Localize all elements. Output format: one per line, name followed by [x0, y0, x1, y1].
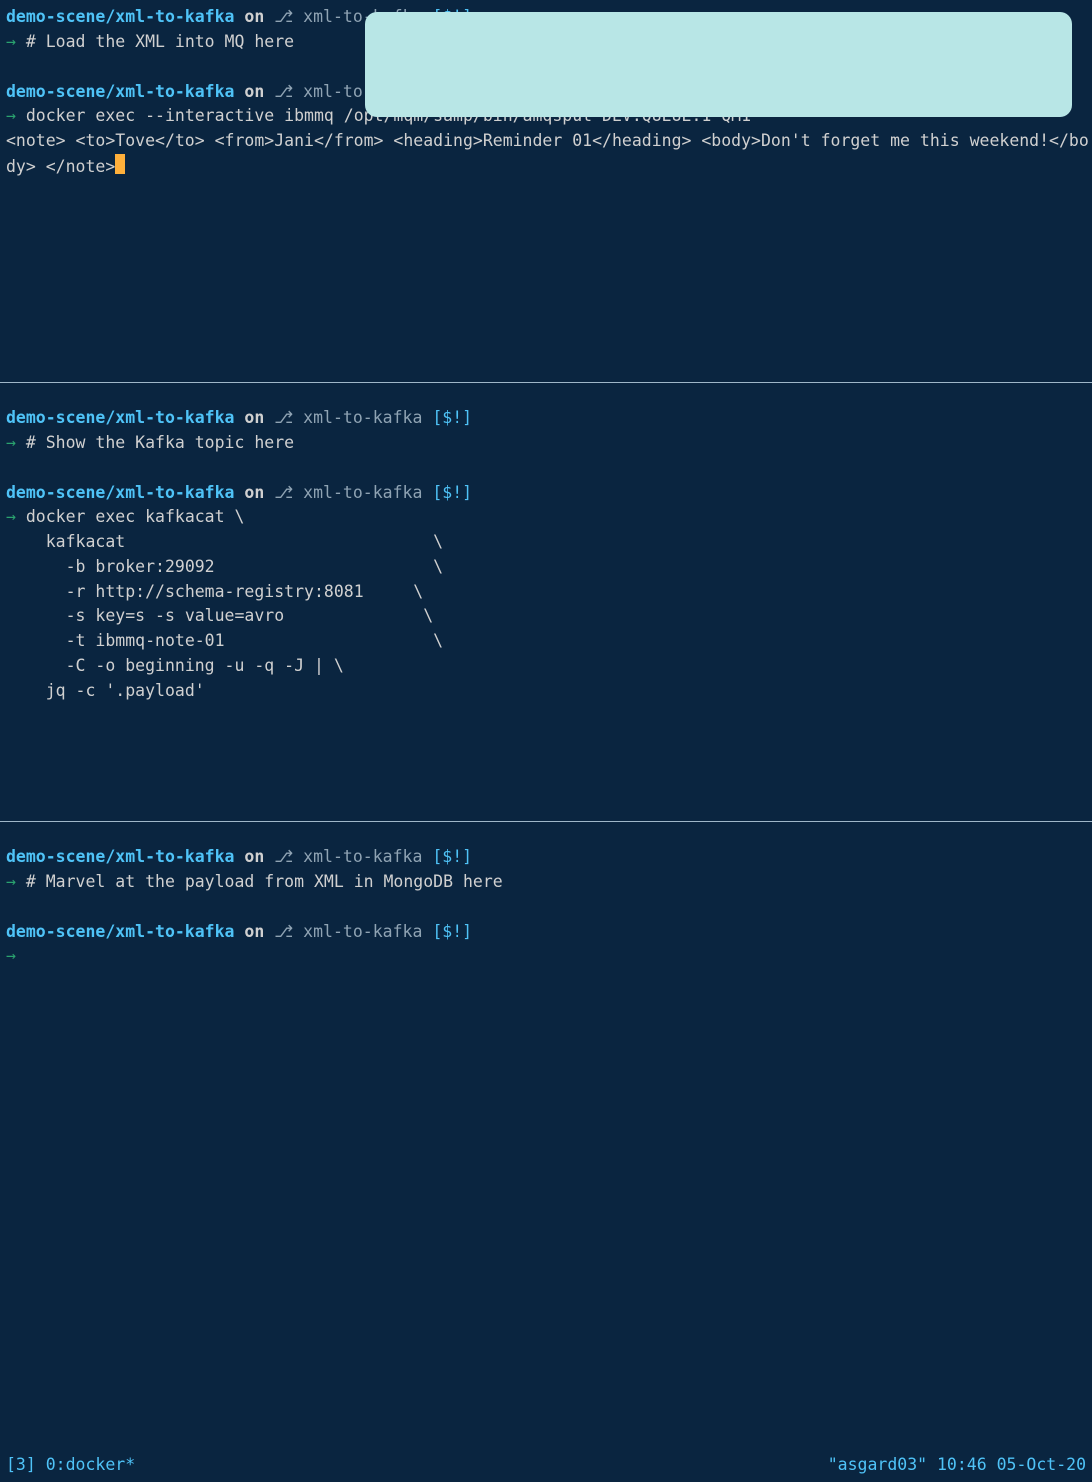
command-continuation: kafkacat \ [6, 530, 1092, 555]
comment-text: # Show the Kafka topic here [26, 433, 294, 452]
prompt-on: on [234, 483, 274, 502]
prompt-flags: [$!] [432, 922, 472, 941]
command-continuation: jq -c '.payload' [6, 679, 1092, 704]
prompt-arrow-icon: → [6, 32, 26, 51]
prompt-path: demo-scene/xml-to-kafka [6, 82, 234, 101]
prompt-arrow-icon: → [6, 872, 26, 891]
command-line: → # Show the Kafka topic here [6, 431, 1092, 456]
tmux-pane-3[interactable]: demo-scene/xml-to-kafka on ⎇ xml-to-kafk… [0, 822, 1092, 1250]
prompt-path: demo-scene/xml-to-kafka [6, 483, 234, 502]
prompt-arrow-icon: → [6, 433, 26, 452]
webcam-overlay [365, 12, 1072, 117]
prompt-branch: xml-to-kafka [293, 847, 432, 866]
command-continuation: -s key=s -s value=avro \ [6, 604, 1092, 629]
tmux-statusbar: [3] 0:docker* "asgard03" 10:46 05-Oct-20 [0, 1451, 1092, 1482]
prompt-arrow-icon: → [6, 507, 26, 526]
prompt-arrow-icon: → [6, 106, 26, 125]
git-branch-icon: ⎇ [274, 82, 293, 101]
prompt-flags: [$!] [432, 483, 472, 502]
command-continuation: -b broker:29092 \ [6, 555, 1092, 580]
git-branch-icon: ⎇ [274, 483, 293, 502]
prompt-on: on [234, 847, 274, 866]
command-line: → [6, 944, 1092, 969]
terminal-cursor [115, 154, 125, 174]
command-continuation: -r http://schema-registry:8081 \ [6, 580, 1092, 605]
statusbar-left: [3] 0:docker* [6, 1453, 135, 1478]
prompt-branch: xml-to-kafka [293, 483, 432, 502]
git-branch-icon: ⎇ [274, 408, 293, 427]
prompt-line: demo-scene/xml-to-kafka on ⎇ xml-to-kafk… [6, 481, 1092, 506]
command-output: <note> <to>Tove</to> <from>Jani</from> <… [6, 129, 1092, 180]
command-line: → docker exec kafkacat \ [6, 505, 1092, 530]
comment-text: # Load the XML into MQ here [26, 32, 294, 51]
prompt-arrow-icon: → [6, 946, 26, 965]
prompt-line: demo-scene/xml-to-kafka on ⎇ xml-to-kafk… [6, 920, 1092, 945]
xml-payload: <note> <to>Tove</to> <from>Jani</from> <… [6, 131, 1089, 176]
prompt-line: demo-scene/xml-to-kafka on ⎇ xml-to-kafk… [6, 845, 1092, 870]
command-continuation: -C -o beginning -u -q -J | \ [6, 654, 1092, 679]
git-branch-icon: ⎇ [274, 7, 293, 26]
prompt-on: on [234, 408, 274, 427]
prompt-branch: xml-to-kafka [293, 408, 432, 427]
command-text: docker exec kafkacat \ [26, 507, 245, 526]
command-continuation: -t ibmmq-note-01 \ [6, 629, 1092, 654]
prompt-path: demo-scene/xml-to-kafka [6, 847, 234, 866]
tmux-pane-2[interactable]: demo-scene/xml-to-kafka on ⎇ xml-to-kafk… [0, 383, 1092, 821]
prompt-on: on [234, 82, 274, 101]
git-branch-icon: ⎇ [274, 847, 293, 866]
command-line: → # Marvel at the payload from XML in Mo… [6, 870, 1092, 895]
prompt-branch: xml-to-kafka [293, 922, 432, 941]
prompt-flags: [$!] [432, 408, 472, 427]
prompt-on: on [234, 7, 274, 26]
prompt-path: demo-scene/xml-to-kafka [6, 922, 234, 941]
prompt-flags: [$!] [432, 847, 472, 866]
git-branch-icon: ⎇ [274, 922, 293, 941]
prompt-line: demo-scene/xml-to-kafka on ⎇ xml-to-kafk… [6, 406, 1092, 431]
prompt-path: demo-scene/xml-to-kafka [6, 7, 234, 26]
prompt-on: on [234, 922, 274, 941]
statusbar-right: "asgard03" 10:46 05-Oct-20 [828, 1453, 1086, 1478]
prompt-path: demo-scene/xml-to-kafka [6, 408, 234, 427]
comment-text: # Marvel at the payload from XML in Mong… [26, 872, 503, 891]
